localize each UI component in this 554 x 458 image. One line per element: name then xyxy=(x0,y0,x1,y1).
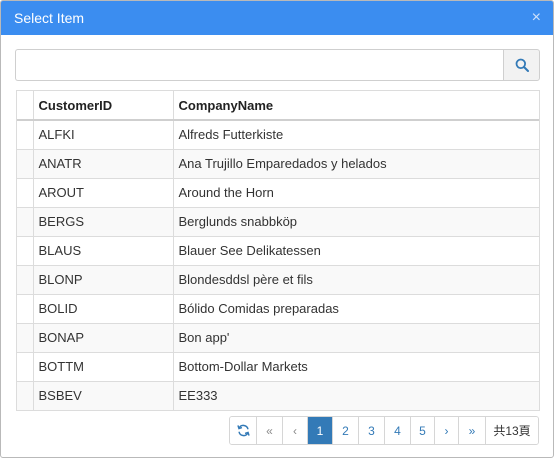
row-select-cell[interactable] xyxy=(17,293,34,324)
row-select-cell[interactable] xyxy=(17,148,34,179)
row-select-cell[interactable] xyxy=(17,322,34,353)
search-input[interactable] xyxy=(15,49,503,81)
table-row[interactable]: BLAUS Blauer See Delikatessen xyxy=(17,235,539,266)
companyname-cell: Alfreds Futterkiste xyxy=(172,119,539,150)
companyname-cell: Blondesddsl père et fils xyxy=(172,264,539,295)
last-page-button[interactable]: » xyxy=(459,417,486,444)
row-select-cell[interactable] xyxy=(17,264,34,295)
refresh-button[interactable] xyxy=(230,417,257,444)
table-row[interactable]: BSBEV EE333 xyxy=(17,380,539,410)
search-icon xyxy=(515,58,529,72)
customerid-cell: BONAP xyxy=(32,322,174,353)
companyname-cell: Blauer See Delikatessen xyxy=(172,235,539,266)
row-select-cell[interactable] xyxy=(17,119,34,150)
customerid-cell: BSBEV xyxy=(32,380,174,410)
table-row[interactable]: ALFKI Alfreds Futterkiste xyxy=(17,119,539,150)
customerid-cell: ANATR xyxy=(32,148,174,179)
pagination: « ‹ 1 2 3 4 5 › » 共13頁 xyxy=(229,416,539,445)
table-row[interactable]: BONAP Bon app' xyxy=(17,322,539,353)
table-row[interactable]: BERGS Berglunds snabbköp xyxy=(17,206,539,237)
page-3-button[interactable]: 3 xyxy=(359,417,385,444)
page-5-button[interactable]: 5 xyxy=(411,417,435,444)
next-page-button[interactable]: › xyxy=(435,417,459,444)
row-select-cell[interactable] xyxy=(17,177,34,208)
row-select-cell[interactable] xyxy=(17,380,34,410)
column-header-customerid[interactable]: CustomerID xyxy=(32,91,174,121)
customerid-cell: BERGS xyxy=(32,206,174,237)
companyname-cell: Around the Horn xyxy=(172,177,539,208)
search-bar xyxy=(15,49,540,81)
page-2-button[interactable]: 2 xyxy=(333,417,359,444)
table-row[interactable]: AROUT Around the Horn xyxy=(17,177,539,208)
companyname-cell: Bottom-Dollar Markets xyxy=(172,351,539,382)
close-icon[interactable]: × xyxy=(532,10,541,26)
table-header-row: CustomerID CompanyName xyxy=(17,91,539,121)
row-select-cell[interactable] xyxy=(17,235,34,266)
first-page-button[interactable]: « xyxy=(257,417,283,444)
page-4-button[interactable]: 4 xyxy=(385,417,411,444)
table-row[interactable]: BOLID Bólido Comidas preparadas xyxy=(17,293,539,324)
companyname-cell: Bólido Comidas preparadas xyxy=(172,293,539,324)
column-header-select xyxy=(17,91,34,121)
row-select-cell[interactable] xyxy=(17,351,34,382)
total-pages-label: 共13頁 xyxy=(486,417,538,444)
column-header-companyname[interactable]: CompanyName xyxy=(172,91,539,121)
dialog-title: Select Item xyxy=(14,10,85,26)
select-item-dialog: Select Item × CustomerID CompanyName ALF… xyxy=(0,0,554,458)
customerid-cell: BOLID xyxy=(32,293,174,324)
refresh-icon xyxy=(236,424,250,437)
companyname-cell: Ana Trujillo Emparedados y helados xyxy=(172,148,539,179)
customerid-cell: AROUT xyxy=(32,177,174,208)
companyname-cell: Bon app' xyxy=(172,322,539,353)
customerid-cell: ALFKI xyxy=(32,119,174,150)
companyname-cell: Berglunds snabbköp xyxy=(172,206,539,237)
customerid-cell: BLAUS xyxy=(32,235,174,266)
customerid-cell: BOTTM xyxy=(32,351,174,382)
dialog-titlebar: Select Item × xyxy=(1,1,553,35)
row-select-cell[interactable] xyxy=(17,206,34,237)
table-row[interactable]: BOTTM Bottom-Dollar Markets xyxy=(17,351,539,382)
table-row[interactable]: BLONP Blondesddsl père et fils xyxy=(17,264,539,295)
table-row[interactable]: ANATR Ana Trujillo Emparedados y helados xyxy=(17,148,539,179)
page-1-button[interactable]: 1 xyxy=(308,417,333,444)
customer-table: CustomerID CompanyName ALFKI Alfreds Futt… xyxy=(16,90,540,411)
companyname-cell: EE333 xyxy=(172,380,539,410)
prev-page-button[interactable]: ‹ xyxy=(283,417,308,444)
customerid-cell: BLONP xyxy=(32,264,174,295)
search-button[interactable] xyxy=(503,49,540,81)
